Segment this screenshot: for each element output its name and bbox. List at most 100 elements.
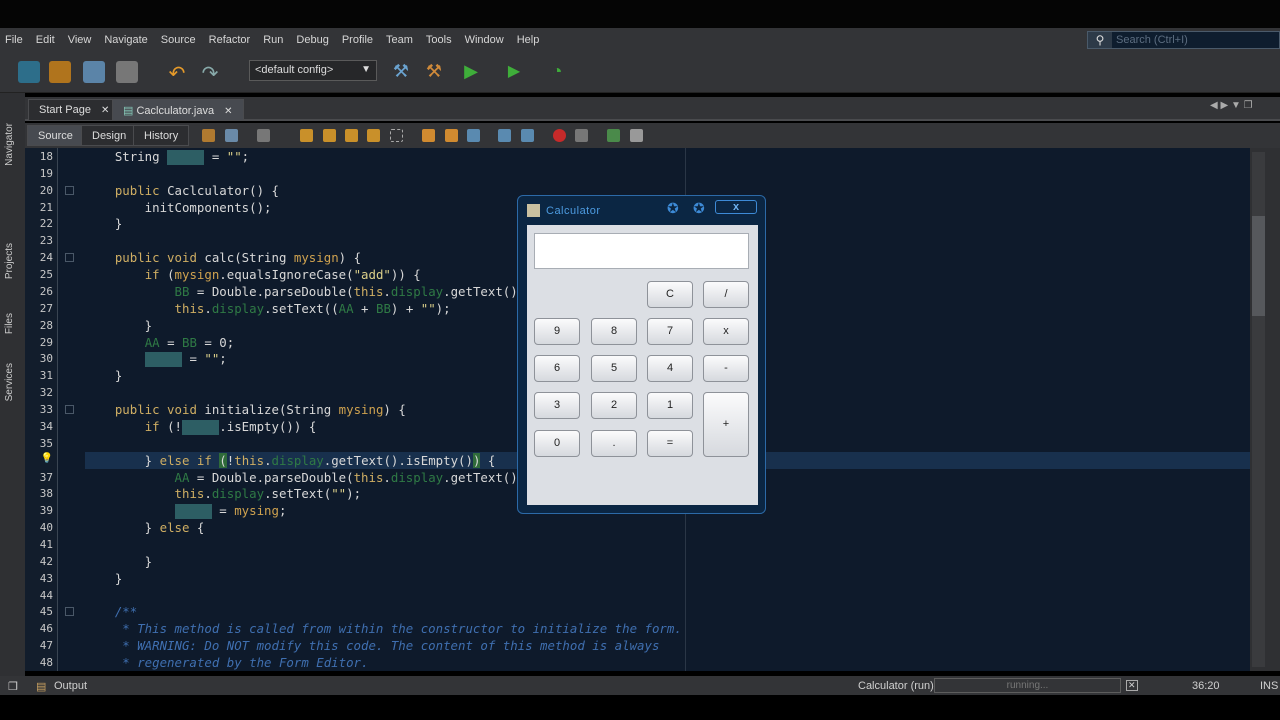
menu-tools[interactable]: Tools xyxy=(426,34,452,46)
chevron-down-icon: ▼ xyxy=(361,64,371,75)
calculator-display[interactable] xyxy=(534,233,749,269)
maximize-icon[interactable]: ✪ xyxy=(693,200,705,217)
close-icon[interactable]: ✕ xyxy=(101,105,109,116)
calc-button-subtract[interactable]: - xyxy=(703,355,749,382)
history-view-button[interactable]: History xyxy=(133,125,190,146)
code-token: . xyxy=(204,301,212,316)
code-token: AA xyxy=(144,335,160,350)
search-input[interactable]: Search (Ctrl+I) xyxy=(1116,34,1188,46)
fold-toggle-icon[interactable] xyxy=(65,253,74,262)
new-file-icon[interactable] xyxy=(18,61,40,83)
design-view-button[interactable]: Design xyxy=(81,125,138,146)
new-project-icon[interactable] xyxy=(49,61,71,83)
menu-profile[interactable]: Profile xyxy=(342,34,373,46)
menu-edit[interactable]: Edit xyxy=(36,34,55,46)
back-icon[interactable] xyxy=(225,129,238,142)
clean-build-icon[interactable]: ⚒ xyxy=(423,61,445,83)
tab-caclculator-java[interactable]: ▤ Caclculator.java ✕ xyxy=(112,99,244,121)
scroll-thumb[interactable] xyxy=(1252,216,1265,316)
calc-button-clear[interactable]: C xyxy=(647,281,693,308)
shift-left-icon[interactable] xyxy=(498,129,511,142)
services-tab[interactable]: Services xyxy=(4,363,15,401)
close-button[interactable]: x xyxy=(715,200,757,214)
source-view-button[interactable]: Source xyxy=(27,125,84,146)
run-icon[interactable]: ▶ xyxy=(460,61,482,83)
fold-toggle-icon[interactable] xyxy=(65,405,74,414)
open-project-icon[interactable] xyxy=(83,61,105,83)
code-token: { xyxy=(480,453,496,468)
menu-refactor[interactable]: Refactor xyxy=(209,34,251,46)
uncomment-icon[interactable] xyxy=(630,129,643,142)
comment-icon[interactable] xyxy=(607,129,620,142)
calc-button-multiply[interactable]: x xyxy=(703,318,749,345)
menu-file[interactable]: File xyxy=(5,34,23,46)
shift-right-icon[interactable] xyxy=(521,129,534,142)
code-token: ) { xyxy=(383,402,406,417)
files-tab[interactable]: Files xyxy=(4,313,15,334)
menu-view[interactable]: View xyxy=(68,34,92,46)
calc-button-6[interactable]: 6 xyxy=(534,355,580,382)
code-line: public void initialize(String mysing) { xyxy=(85,401,406,418)
code-token: calc(String xyxy=(196,250,294,265)
editor-scrollbar[interactable] xyxy=(1250,148,1280,671)
menu-navigate[interactable]: Navigate xyxy=(104,34,147,46)
profile-icon[interactable]: ◔ xyxy=(546,61,568,83)
tab-start-page[interactable]: Start Page ✕ xyxy=(28,99,121,121)
menu-source[interactable]: Source xyxy=(161,34,196,46)
menu-help[interactable]: Help xyxy=(517,34,540,46)
calc-button-8[interactable]: 8 xyxy=(591,318,637,345)
fold-toggle-icon[interactable] xyxy=(65,186,74,195)
toggle-bookmark-icon[interactable] xyxy=(467,129,480,142)
cancel-task-icon[interactable]: ✕ xyxy=(1126,680,1138,691)
minimize-icon[interactable]: ✪ xyxy=(667,200,679,217)
navigator-tab[interactable]: Navigator xyxy=(4,123,15,166)
prev-bookmark-icon[interactable] xyxy=(422,129,435,142)
record-macro-icon[interactable] xyxy=(553,129,566,142)
search-box[interactable]: ⚲ Search (Ctrl+I) xyxy=(1087,31,1280,49)
restore-icon[interactable]: ❐ xyxy=(8,680,18,693)
undo-icon[interactable]: ↶ xyxy=(166,61,188,85)
build-icon[interactable]: ⚒ xyxy=(390,61,412,83)
calc-button-equals[interactable]: = xyxy=(647,430,693,457)
redo-icon[interactable]: ↷ xyxy=(199,61,221,85)
calc-button-1[interactable]: 1 xyxy=(647,392,693,419)
projects-tab[interactable]: Projects xyxy=(4,243,15,279)
close-icon[interactable]: ✕ xyxy=(224,106,232,117)
calc-button-9[interactable]: 9 xyxy=(534,318,580,345)
next-bookmark-icon[interactable] xyxy=(445,129,458,142)
lightbulb-hint-icon[interactable]: 💡 xyxy=(41,453,53,464)
rect-select-icon[interactable] xyxy=(390,129,403,142)
line-number: 24 xyxy=(39,251,53,264)
tab-scroll-buttons[interactable]: ◀ ▶ ▼ ❐ xyxy=(1210,100,1253,111)
stop-macro-icon[interactable] xyxy=(575,129,588,142)
fold-toggle-icon[interactable] xyxy=(65,607,74,616)
menu-run[interactable]: Run xyxy=(263,34,283,46)
close-project-icon[interactable] xyxy=(116,61,138,83)
code-token: * This method is called from within the … xyxy=(85,621,682,636)
output-icon: ▤ xyxy=(36,681,47,693)
menu-team[interactable]: Team xyxy=(386,34,413,46)
find-icon[interactable] xyxy=(300,129,313,142)
output-tab[interactable]: Output xyxy=(54,680,87,692)
find-previous-icon[interactable] xyxy=(323,129,336,142)
calc-button-2[interactable]: 2 xyxy=(591,392,637,419)
calc-button-divide[interactable]: / xyxy=(703,281,749,308)
last-edit-icon[interactable] xyxy=(202,129,215,142)
config-select[interactable]: <default config> ▼ xyxy=(249,60,377,81)
toggle-highlight-icon[interactable] xyxy=(367,129,380,142)
search-icon[interactable]: ⚲ xyxy=(1088,32,1112,48)
calc-button-0[interactable]: 0 xyxy=(534,430,580,457)
calc-button-decimal[interactable]: . xyxy=(591,430,637,457)
calc-button-3[interactable]: 3 xyxy=(534,392,580,419)
menu-window[interactable]: Window xyxy=(465,34,504,46)
debug-icon[interactable]: ▶ xyxy=(503,61,525,83)
menu-debug[interactable]: Debug xyxy=(296,34,328,46)
calc-button-4[interactable]: 4 xyxy=(647,355,693,382)
calc-button-7[interactable]: 7 xyxy=(647,318,693,345)
calc-button-5[interactable]: 5 xyxy=(591,355,637,382)
forward-icon[interactable] xyxy=(257,129,270,142)
code-line: AA = BB = 0; xyxy=(85,334,235,351)
find-next-icon[interactable] xyxy=(345,129,358,142)
calc-button-add[interactable]: + xyxy=(703,392,749,457)
